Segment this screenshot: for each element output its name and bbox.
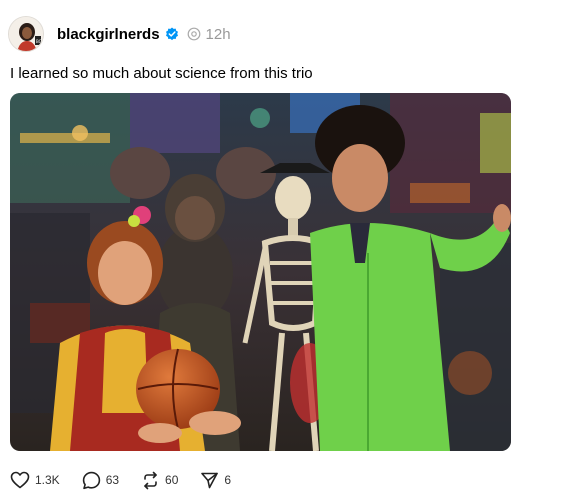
threads-logo-icon xyxy=(187,27,201,41)
repost-arrows-icon xyxy=(141,471,160,490)
avatar[interactable]: BGN xyxy=(8,16,44,52)
post-image[interactable] xyxy=(10,93,511,451)
repost-count: 60 xyxy=(165,473,179,487)
share-button[interactable]: 6 xyxy=(200,471,231,490)
like-count: 1.3K xyxy=(35,473,60,487)
send-plane-icon xyxy=(200,471,219,490)
heart-icon xyxy=(10,471,30,489)
post-header: BGN blackgirlnerds 12h xyxy=(8,14,231,54)
action-bar: 1.3K 63 60 6 xyxy=(10,470,253,490)
verified-badge-icon xyxy=(165,27,179,41)
username[interactable]: blackgirlnerds xyxy=(57,26,160,43)
comment-bubble-icon xyxy=(82,471,101,490)
post-caption: I learned so much about science from thi… xyxy=(10,65,313,82)
tv-still-image xyxy=(10,93,511,451)
like-button[interactable]: 1.3K xyxy=(10,471,60,489)
comment-count: 63 xyxy=(105,473,120,487)
post-time: 12h xyxy=(205,25,231,43)
comment-button[interactable]: 63 xyxy=(82,471,119,490)
svg-text:BGN: BGN xyxy=(36,39,44,44)
share-count: 6 xyxy=(224,473,232,487)
threads-post: BGN blackgirlnerds 12h I learned so much… xyxy=(0,0,564,492)
repost-button[interactable]: 60 xyxy=(141,471,178,490)
